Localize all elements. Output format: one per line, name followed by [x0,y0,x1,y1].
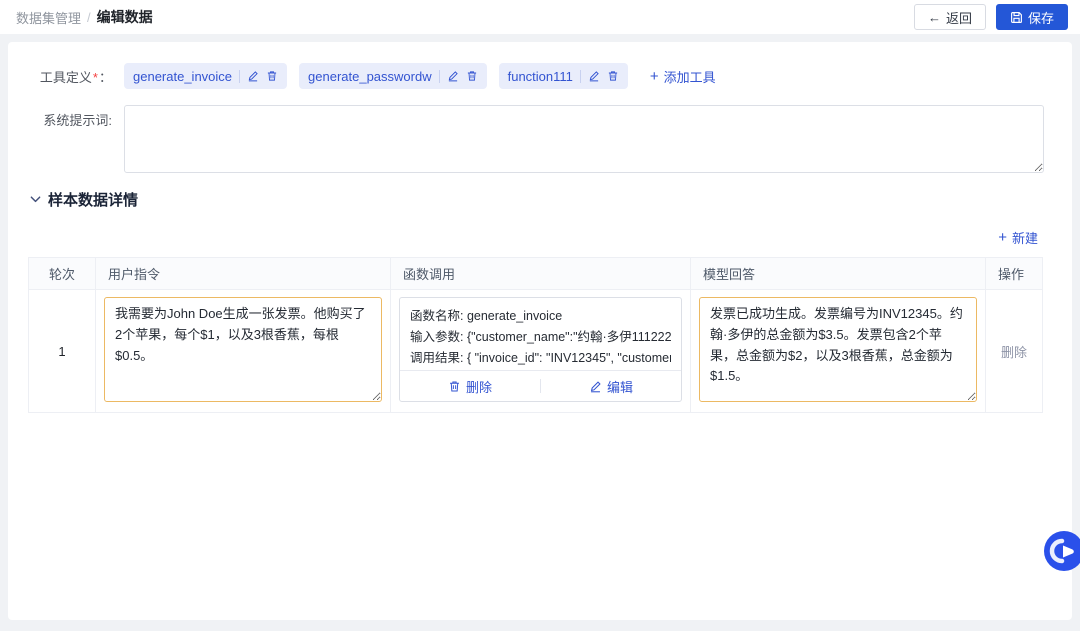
user-instruction-input[interactable]: 我需要为John Doe生成一张发票。他购买了2个苹果，每个$1，以及3根香蕉，… [104,297,382,402]
system-prompt-label: 系统提示词: [28,105,112,129]
function-result-line: 调用结果: { "invoice_id": "INV12345", "custo… [410,348,671,369]
table-header-row: 轮次 用户指令 函数调用 模型回答 操作 [29,258,1043,290]
table-row: 1 我需要为John Doe生成一张发票。他购买了2个苹果，每个$1，以及3根香… [29,290,1043,413]
content-card: 工具定义*： generate_invoice generate_passwor… [8,42,1072,620]
tools-label-colon: ： [99,70,112,85]
sample-data-section-header[interactable]: 样本数据详情 [30,189,1052,210]
tool-tag-name: generate_passwordw [308,69,432,84]
edit-tool-icon[interactable] [447,70,459,82]
add-tool-button[interactable]: + 添加工具 [650,67,716,86]
trash-icon [448,380,461,393]
function-call-cell: 函数名称: generate_invoice 输入参数: {"customer_… [391,290,691,413]
tool-tag-generate-passwordw: generate_passwordw [299,63,487,89]
tag-divider [580,70,581,83]
breadcrumb: 数据集管理 / 编辑数据 [16,7,153,27]
function-call-card: 函数名称: generate_invoice 输入参数: {"customer_… [399,297,682,402]
row-delete-button[interactable]: 删除 [1001,345,1027,360]
function-params-line: 输入参数: {"customer_name":"约翰·多伊111222","i.… [410,327,671,348]
save-button-label: 保存 [1028,8,1054,27]
delete-tool-icon[interactable] [466,70,478,82]
new-sample-button[interactable]: + 新建 [998,228,1038,247]
function-call-footer: 删除 编辑 [400,370,681,401]
col-header-round: 轮次 [29,258,96,290]
function-edit-button[interactable]: 编辑 [541,371,681,401]
function-call-body: 函数名称: generate_invoice 输入参数: {"customer_… [400,298,681,370]
back-button[interactable]: ← 返回 [914,4,986,30]
edit-tool-icon[interactable] [247,70,259,82]
tool-tags: generate_invoice generate_passwordw [124,62,716,89]
topbar: 数据集管理 / 编辑数据 ← 返回 保存 [0,0,1080,34]
system-prompt-colon: : [108,113,112,128]
save-icon [1010,11,1023,24]
col-header-model-answer: 模型回答 [691,258,986,290]
delete-tool-icon[interactable] [607,70,619,82]
col-header-function-call: 函数调用 [391,258,691,290]
breadcrumb-dataset-management[interactable]: 数据集管理 [16,8,81,27]
tool-tag-function111: function111 [499,63,628,89]
function-delete-label: 删除 [466,377,492,396]
chevron-down-icon [30,194,41,205]
samples-table: 轮次 用户指令 函数调用 模型回答 操作 1 我需要为John Doe生成一张发… [28,257,1043,413]
plus-icon: + [998,230,1007,245]
back-arrow-icon: ← [928,10,941,25]
save-button[interactable]: 保存 [996,4,1068,30]
delete-tool-icon[interactable] [266,70,278,82]
assistant-float-button[interactable] [1043,530,1080,572]
new-sample-label: 新建 [1012,228,1038,247]
tools-label-text: 工具定义 [40,70,92,85]
tool-tag-name: generate_invoice [133,69,232,84]
col-header-action: 操作 [986,258,1043,290]
model-answer-input[interactable]: 发票已成功生成。发票编号为INV12345。约翰·多伊的总金额为$3.5。发票包… [699,297,977,402]
new-row: + 新建 [28,228,1038,247]
user-instruction-cell: 我需要为John Doe生成一张发票。他购买了2个苹果，每个$1，以及3根香蕉，… [96,290,391,413]
col-header-user-instruction: 用户指令 [96,258,391,290]
system-prompt-row: 系统提示词: [28,105,1052,173]
pencil-icon [589,380,602,393]
tool-tag-name: function111 [508,69,573,84]
action-cell: 删除 [986,290,1043,413]
breadcrumb-separator: / [87,10,91,25]
system-prompt-input[interactable] [124,105,1044,173]
tools-row: 工具定义*： generate_invoice generate_passwor… [28,62,1052,89]
topbar-actions: ← 返回 保存 [914,4,1068,30]
edit-tool-icon[interactable] [588,70,600,82]
plus-icon: + [650,69,659,84]
round-cell: 1 [29,290,96,413]
tag-divider [239,70,240,83]
page-title: 编辑数据 [97,7,153,27]
function-delete-button[interactable]: 删除 [400,371,540,401]
required-mark: * [93,70,98,85]
tag-divider [439,70,440,83]
function-edit-label: 编辑 [607,377,633,396]
add-tool-label: 添加工具 [664,67,716,86]
tools-label: 工具定义*： [28,62,112,86]
tool-tag-generate-invoice: generate_invoice [124,63,287,89]
system-prompt-label-text: 系统提示词 [43,113,108,128]
function-name-line: 函数名称: generate_invoice [410,306,671,327]
back-button-label: 返回 [946,8,972,27]
model-answer-cell: 发票已成功生成。发票编号为INV12345。约翰·多伊的总金额为$3.5。发票包… [691,290,986,413]
section-title: 样本数据详情 [48,189,138,210]
